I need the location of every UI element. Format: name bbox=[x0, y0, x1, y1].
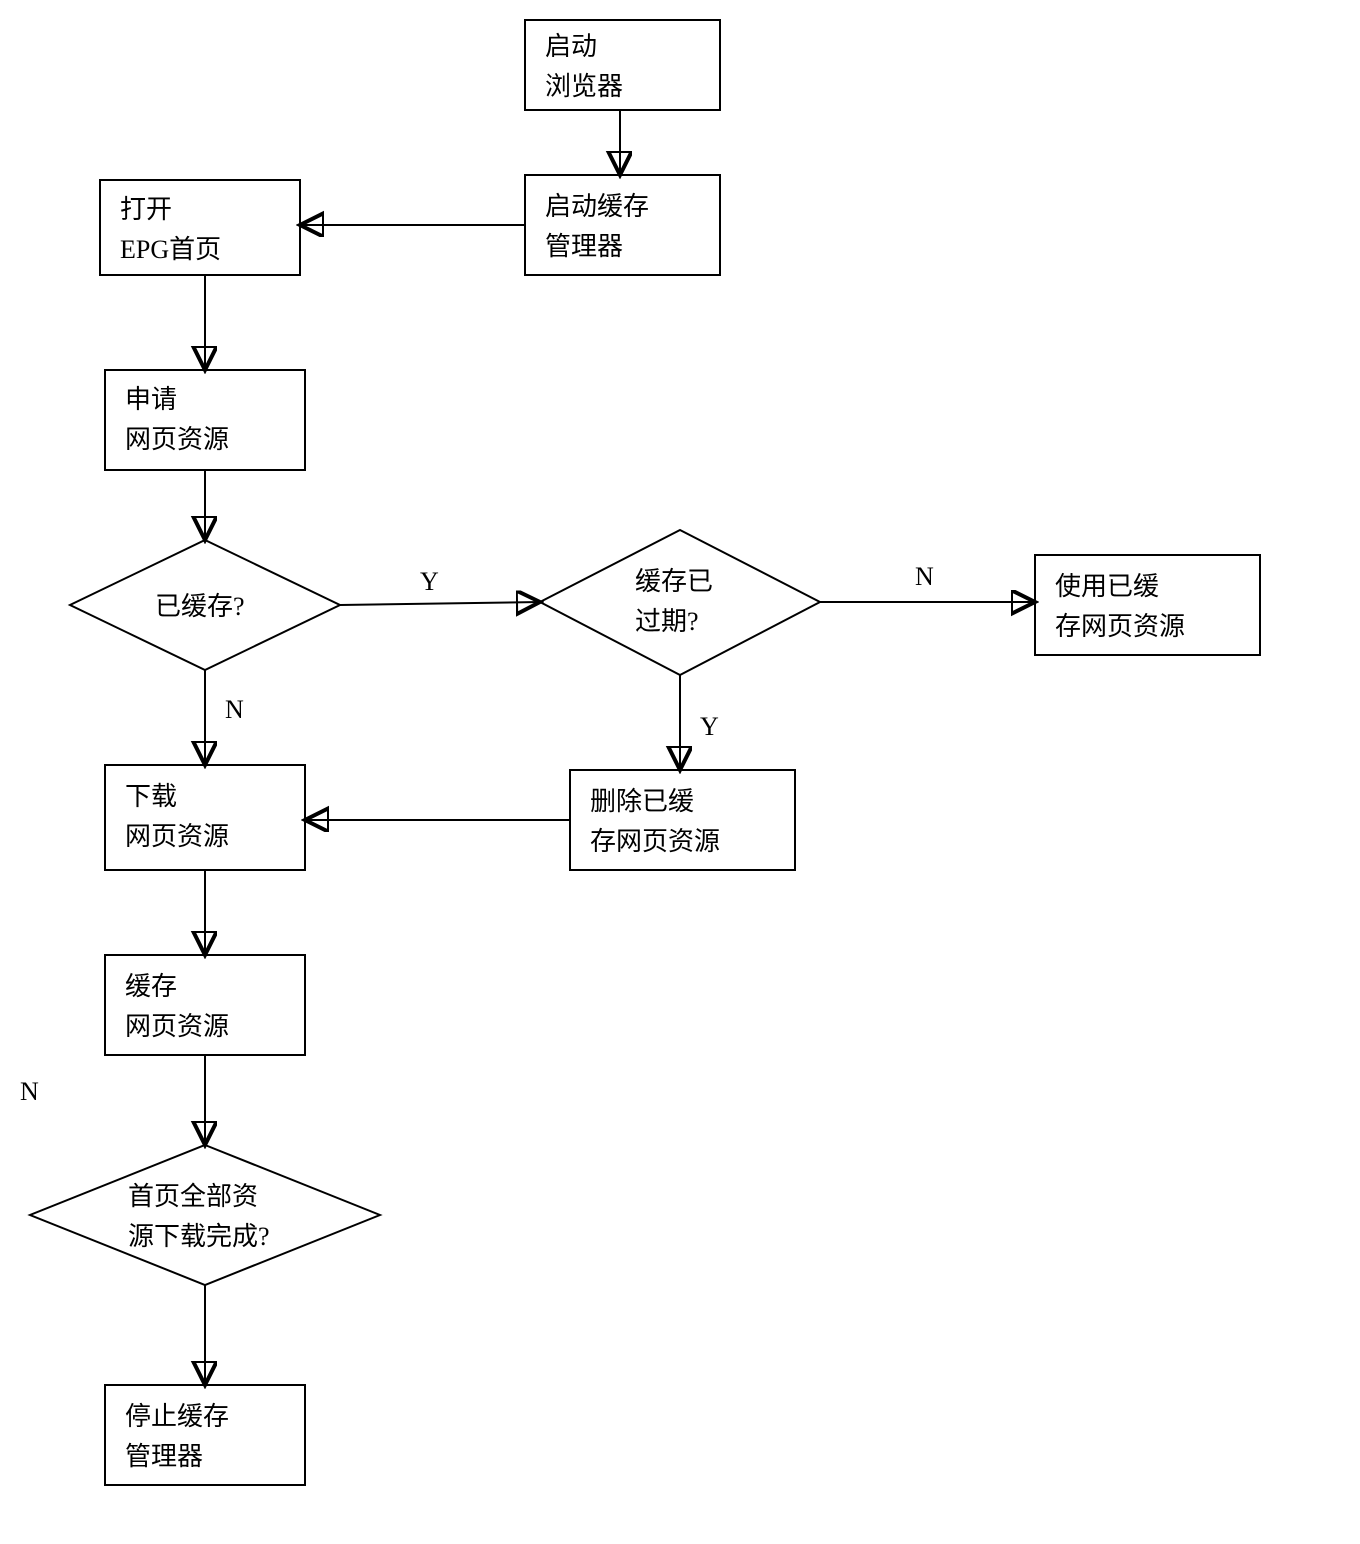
text: 存网页资源 bbox=[1055, 612, 1185, 641]
decision-cached: 已缓存? bbox=[70, 540, 340, 670]
text: 申请 bbox=[125, 385, 177, 414]
node-stop-mgr: 停止缓存 管理器 bbox=[105, 1385, 305, 1485]
decision-all-done: 首页全部资 源下载完成? bbox=[30, 1145, 380, 1285]
node-use-cached: 使用已缓 存网页资源 bbox=[1035, 555, 1260, 655]
text: 使用已缓 bbox=[1055, 572, 1159, 601]
text: 源下载完成? bbox=[128, 1222, 270, 1251]
node-delete-cached: 删除已缓 存网页资源 bbox=[570, 770, 795, 870]
text: 打开 bbox=[120, 195, 172, 224]
text: 已缓存? bbox=[155, 592, 245, 621]
text: EPG首页 bbox=[120, 235, 221, 264]
node-store-cache: 缓存 网页资源 bbox=[105, 955, 305, 1055]
text: 启动 bbox=[545, 32, 597, 61]
text: 过期? bbox=[635, 607, 699, 636]
label-y: Y bbox=[700, 712, 719, 741]
text: 管理器 bbox=[545, 232, 623, 261]
text: 首页全部资 bbox=[128, 1182, 258, 1211]
text: 网页资源 bbox=[125, 425, 229, 454]
node-download: 下载 网页资源 bbox=[105, 765, 305, 870]
label-y: Y bbox=[420, 567, 439, 596]
text: 网页资源 bbox=[125, 1012, 229, 1041]
text: 删除已缓 bbox=[590, 787, 694, 816]
text: 停止缓存 bbox=[125, 1402, 229, 1431]
text: 缓存已 bbox=[635, 567, 713, 596]
label-n: N bbox=[20, 1077, 39, 1106]
text: 下载 bbox=[125, 782, 177, 811]
node-request-resource: 申请 网页资源 bbox=[105, 370, 305, 470]
label-n: N bbox=[915, 562, 934, 591]
node-start-cache-mgr: 启动缓存 管理器 bbox=[525, 175, 720, 275]
text: 存网页资源 bbox=[590, 827, 720, 856]
label-n: N bbox=[225, 695, 244, 724]
text: 浏览器 bbox=[545, 72, 623, 101]
text: 缓存 bbox=[125, 972, 177, 1001]
text: 启动缓存 bbox=[545, 192, 649, 221]
node-start-browser: 启动 浏览器 bbox=[525, 20, 720, 110]
text: 网页资源 bbox=[125, 822, 229, 851]
text: 管理器 bbox=[125, 1442, 203, 1471]
decision-expired: 缓存已 过期? bbox=[540, 530, 820, 675]
node-open-epg: 打开 EPG首页 bbox=[100, 180, 300, 275]
